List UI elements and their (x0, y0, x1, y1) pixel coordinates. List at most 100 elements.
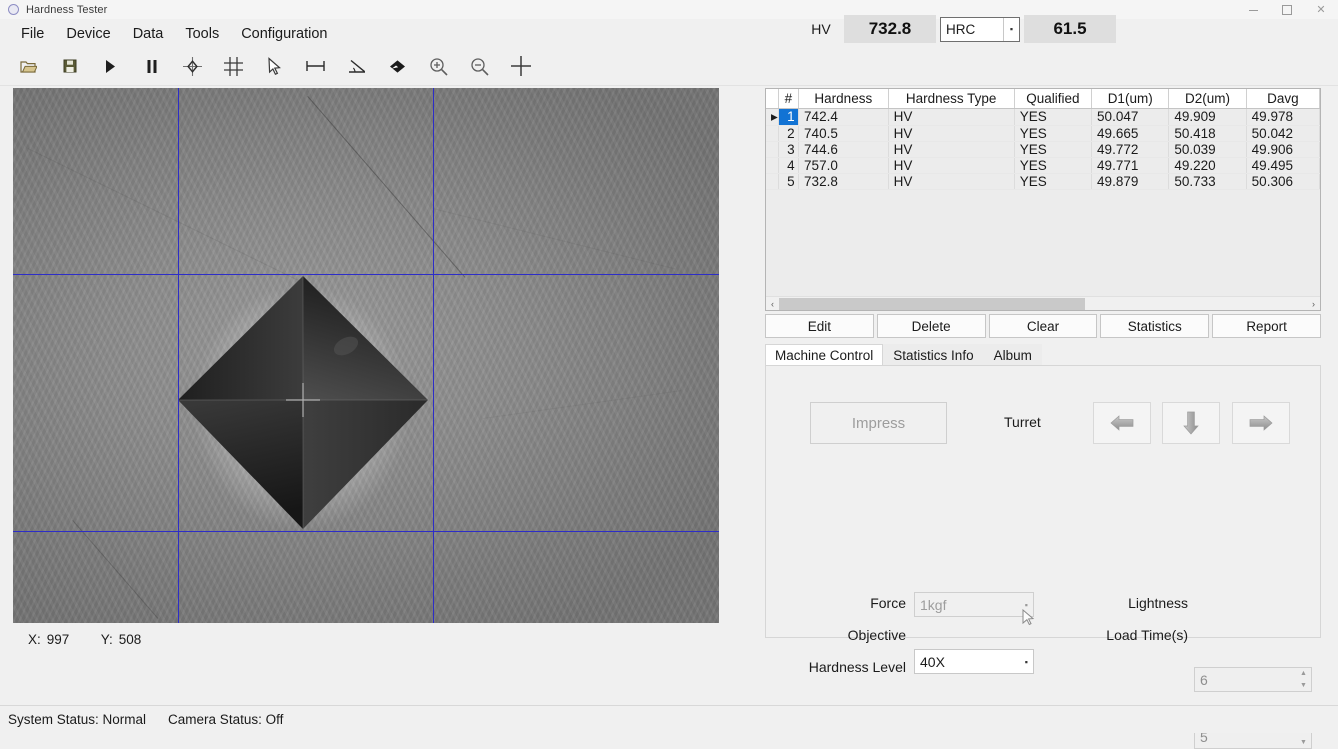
cell-d2[interactable]: 50.418 (1168, 125, 1247, 142)
cell-index[interactable]: 5 (778, 173, 800, 190)
close-icon[interactable]: ✕ (1304, 0, 1338, 20)
scroll-left-icon[interactable]: ‹ (766, 299, 779, 309)
column-header-index[interactable]: # (778, 89, 800, 109)
minimize-icon[interactable] (1236, 0, 1270, 20)
column-header-d1[interactable]: D1(um) (1091, 89, 1170, 109)
table-row[interactable]: 3 744.6 HV YES 49.772 50.039 49.906 (766, 141, 1320, 158)
cell-d1[interactable]: 49.772 (1091, 141, 1170, 158)
force-select[interactable]: 1kgf ▪ (914, 592, 1034, 617)
menu-item-device[interactable]: Device (55, 23, 121, 45)
pointer-icon[interactable] (254, 49, 295, 83)
tab-statistics-info[interactable]: Statistics Info (883, 344, 984, 366)
report-button[interactable]: Report (1212, 314, 1321, 338)
cell-qualified[interactable]: YES (1014, 157, 1093, 174)
column-header-davg[interactable]: Davg (1246, 89, 1320, 109)
cell-davg[interactable]: 49.495 (1246, 157, 1320, 174)
arrow-right-icon (1249, 415, 1273, 431)
cell-type[interactable]: HV (888, 108, 1015, 126)
table-row[interactable]: 2 740.5 HV YES 49.665 50.418 50.042 (766, 125, 1320, 142)
column-header-type[interactable]: Hardness Type (888, 89, 1015, 109)
turret-right-button[interactable] (1232, 402, 1290, 444)
measurements-table[interactable]: # Hardness Hardness Type Qualified D1(um… (765, 88, 1321, 311)
cell-d2[interactable]: 49.220 (1168, 157, 1247, 174)
diamond-icon[interactable] (377, 49, 418, 83)
table-row[interactable]: 4 757.0 HV YES 49.771 49.220 49.495 (766, 157, 1320, 174)
stepper-arrows[interactable]: ▲ ▼ (1299, 670, 1308, 689)
cell-type[interactable]: HV (888, 125, 1015, 142)
open-icon[interactable] (8, 49, 49, 83)
stepper-down-icon[interactable]: ▼ (1300, 739, 1307, 746)
edit-button[interactable]: Edit (765, 314, 874, 338)
zoom-out-icon[interactable] (459, 49, 500, 83)
cell-index[interactable]: 4 (778, 157, 800, 174)
chevron-down-icon[interactable]: ▪ (1025, 657, 1028, 667)
menu-item-file[interactable]: File (10, 23, 55, 45)
cell-davg[interactable]: 49.906 (1246, 141, 1320, 158)
cell-qualified[interactable]: YES (1014, 173, 1093, 190)
cell-hardness[interactable]: 740.5 (798, 125, 889, 142)
grid-icon[interactable] (213, 49, 254, 83)
impress-button[interactable]: Impress (810, 402, 947, 444)
cell-index[interactable]: 1 (778, 108, 800, 126)
cell-type[interactable]: HV (888, 141, 1015, 158)
cell-type[interactable]: HV (888, 157, 1015, 174)
cell-qualified[interactable]: YES (1014, 141, 1093, 158)
stepper-up-icon[interactable]: ▲ (1300, 670, 1307, 677)
cell-davg[interactable]: 50.042 (1246, 125, 1320, 142)
delete-button[interactable]: Delete (876, 314, 986, 338)
menu-item-data[interactable]: Data (122, 23, 175, 45)
chevron-down-icon[interactable]: ▪ (1003, 17, 1019, 41)
turret-down-button[interactable] (1162, 402, 1220, 444)
scroll-right-icon[interactable]: › (1307, 299, 1320, 309)
scale-select[interactable]: HRC ▪ (940, 16, 1020, 42)
cell-d2[interactable]: 50.039 (1168, 141, 1247, 158)
statistics-button[interactable]: Statistics (1100, 314, 1210, 338)
cell-qualified[interactable]: YES (1014, 125, 1093, 142)
system-status: System Status: Normal (8, 712, 147, 727)
cell-d2[interactable]: 50.733 (1168, 173, 1247, 190)
cell-qualified[interactable]: YES (1014, 108, 1093, 126)
cell-d2[interactable]: 49.909 (1168, 108, 1247, 126)
cell-hardness[interactable]: 732.8 (798, 173, 889, 190)
scrollbar-thumb[interactable] (779, 297, 1086, 310)
cell-hardness[interactable]: 742.4 (798, 108, 889, 126)
measure-length-icon[interactable] (295, 49, 336, 83)
table-horizontal-scrollbar[interactable]: ‹ › (766, 296, 1320, 310)
objective-select[interactable]: 40X ▪ (914, 649, 1034, 674)
table-row[interactable]: ▸ 1 742.4 HV YES 50.047 49.909 49.978 (766, 108, 1320, 126)
tab-album[interactable]: Album (983, 344, 1042, 366)
tab-machine-control[interactable]: Machine Control (765, 344, 884, 366)
cell-index[interactable]: 3 (778, 141, 800, 158)
cell-type[interactable]: HV (888, 173, 1015, 190)
auto-focus-icon[interactable] (172, 49, 213, 83)
lightness-stepper[interactable]: 6 ▲ ▼ (1194, 667, 1312, 692)
stepper-down-icon[interactable]: ▼ (1300, 682, 1307, 689)
clear-button[interactable]: Clear (988, 314, 1098, 338)
save-icon[interactable] (49, 49, 90, 83)
zoom-in-icon[interactable] (418, 49, 459, 83)
maximize-icon[interactable] (1270, 0, 1304, 20)
column-header-d2[interactable]: D2(um) (1168, 89, 1247, 109)
cell-davg[interactable]: 50.306 (1246, 173, 1320, 190)
column-header-hardness[interactable]: Hardness (798, 89, 889, 109)
cell-d1[interactable]: 49.771 (1091, 157, 1170, 174)
column-header-qualified[interactable]: Qualified (1014, 89, 1093, 109)
pause-icon[interactable] (131, 49, 172, 83)
cell-d1[interactable]: 49.665 (1091, 125, 1170, 142)
cell-d1[interactable]: 50.047 (1091, 108, 1170, 126)
play-icon[interactable] (90, 49, 131, 83)
cell-hardness[interactable]: 757.0 (798, 157, 889, 174)
menu-item-tools[interactable]: Tools (174, 23, 230, 45)
menu-item-configuration[interactable]: Configuration (230, 23, 338, 45)
cell-davg[interactable]: 49.978 (1246, 108, 1320, 126)
measure-angle-icon[interactable] (336, 49, 377, 83)
crosshair-add-icon[interactable] (500, 49, 541, 83)
table-row[interactable]: 5 732.8 HV YES 49.879 50.733 50.306 (766, 173, 1320, 190)
cell-d1[interactable]: 49.879 (1091, 173, 1170, 190)
hardness-readout: HV 732.8 HRC ▪ 61.5 (798, 12, 1116, 46)
cell-hardness[interactable]: 744.6 (798, 141, 889, 158)
scrollbar-track[interactable] (779, 297, 1307, 310)
specimen-image-view[interactable] (13, 88, 719, 623)
turret-left-button[interactable] (1093, 402, 1151, 444)
cell-index[interactable]: 2 (778, 125, 800, 142)
